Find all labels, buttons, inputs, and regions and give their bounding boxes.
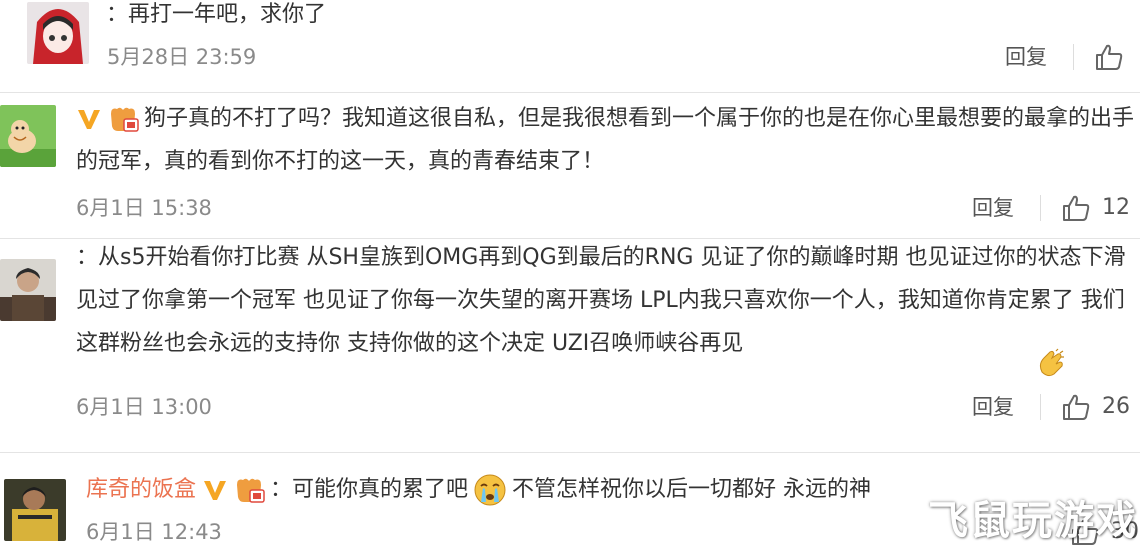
comment-item: 狗子真的不打了吗？我知道这很自私，但是我很想看到一个属于你的也是在你心里最想要的… xyxy=(0,93,1140,233)
comment-text: ：从s5开始看你打比赛 从SH皇族到OMG再到QG到最后的RNG 见证了你的巅峰… xyxy=(76,245,1126,356)
thumbs-up-icon[interactable] xyxy=(1094,42,1124,72)
action-divider xyxy=(1073,44,1074,70)
comment-time: 6月1日 15:38 xyxy=(76,196,212,220)
comment-body: 不管怎样祝你以后一切都好 永远的神 xyxy=(512,477,872,502)
action-divider xyxy=(1040,394,1041,420)
reply-button[interactable]: 回复 xyxy=(1005,42,1047,72)
reply-button[interactable]: 回复 xyxy=(972,193,1014,223)
avatar[interactable] xyxy=(27,2,89,64)
comment-text: 库奇的饭盒 ：可能你真的累了吧 不管怎样祝你以后一切都好 永远的神 xyxy=(86,468,946,511)
crying-face-icon xyxy=(474,474,506,506)
username-link[interactable]: 库奇的饭盒 xyxy=(86,477,196,502)
like-count: 26 xyxy=(1102,394,1130,419)
comment-body: 狗子真的不打了吗？我知道这很自私，但是我很想看到一个属于你的也是在你心里最想要的… xyxy=(76,106,1135,174)
watermark: 飞鼠玩游戏 xyxy=(928,498,1138,544)
avatar[interactable] xyxy=(0,259,56,321)
comment-item: ：再打一年吧，求你了 5月28日 23:59 回复 xyxy=(0,0,1140,78)
fan-badge-icon xyxy=(111,107,139,132)
avatar[interactable] xyxy=(4,479,66,541)
comment-text: ：再打一年吧，求你了 xyxy=(106,2,327,27)
comment-time: 6月1日 13:00 xyxy=(76,395,212,419)
thumbs-up-icon[interactable] xyxy=(1061,392,1091,422)
clapping-hands-icon xyxy=(1039,348,1064,377)
comment-time: 5月28日 23:59 xyxy=(107,45,257,69)
avatar[interactable] xyxy=(0,105,56,167)
thumbs-up-icon[interactable] xyxy=(1061,193,1091,223)
comment-time: 6月1日 12:43 xyxy=(86,520,222,544)
action-divider xyxy=(1040,195,1041,221)
comment-body: ：可能你真的累了吧 xyxy=(270,477,469,502)
v-badge-icon xyxy=(78,110,100,129)
v-badge-icon xyxy=(204,481,227,500)
like-count: 12 xyxy=(1102,195,1130,220)
reply-button[interactable]: 回复 xyxy=(972,392,1014,422)
fan-badge-icon xyxy=(237,478,265,503)
comment-text: 狗子真的不打了吗？我知道这很自私，但是我很想看到一个属于你的也是在你心里最想要的… xyxy=(76,97,1136,183)
comment-item: ：从s5开始看你打比赛 从SH皇族到OMG再到QG到最后的RNG 见证了你的巅峰… xyxy=(0,239,1140,439)
